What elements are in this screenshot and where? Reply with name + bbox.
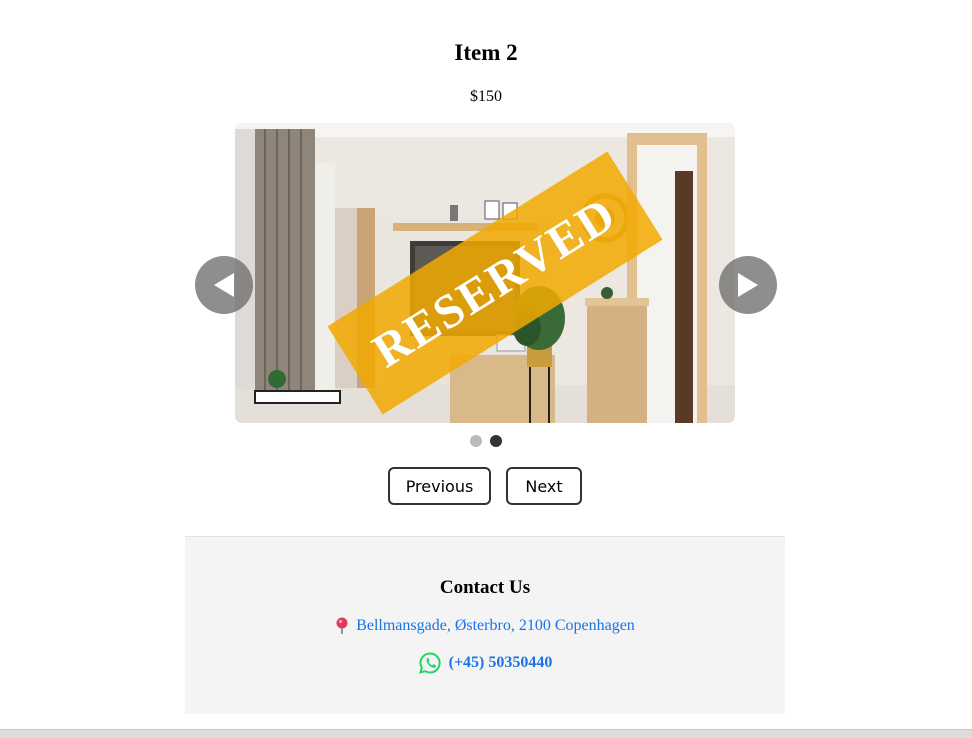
- contact-section: Contact Us Bellmansgade, Østerbro, 2100 …: [185, 536, 785, 714]
- map-pin-icon: [336, 617, 348, 634]
- whatsapp-icon: [418, 652, 441, 674]
- previous-button[interactable]: Previous: [388, 467, 491, 505]
- item-price: $150: [470, 88, 502, 105]
- address-link[interactable]: Bellmansgade, Østerbro, 2100 Copenhagen: [356, 617, 635, 635]
- carousel-indicators: [0, 435, 972, 447]
- phone-row: (+45) 50350440: [185, 651, 785, 675]
- next-button[interactable]: Next: [506, 467, 582, 505]
- carousel-prev-arrow[interactable]: [195, 256, 253, 314]
- phone-link[interactable]: (+45) 50350440: [449, 654, 553, 672]
- triangle-right-icon: [738, 273, 758, 297]
- carousel-dot-2-active[interactable]: [490, 435, 502, 447]
- carousel-next-arrow[interactable]: [719, 256, 777, 314]
- slide-image-living-room: RESERVED: [235, 123, 735, 423]
- item-title: Item 2: [454, 40, 518, 65]
- image-carousel[interactable]: RESERVED: [235, 123, 735, 423]
- contact-title: Contact Us: [439, 577, 531, 598]
- carousel-dot-1[interactable]: [470, 435, 482, 447]
- address-row: Bellmansgade, Østerbro, 2100 Copenhagen: [185, 617, 785, 635]
- triangle-left-icon: [214, 273, 234, 297]
